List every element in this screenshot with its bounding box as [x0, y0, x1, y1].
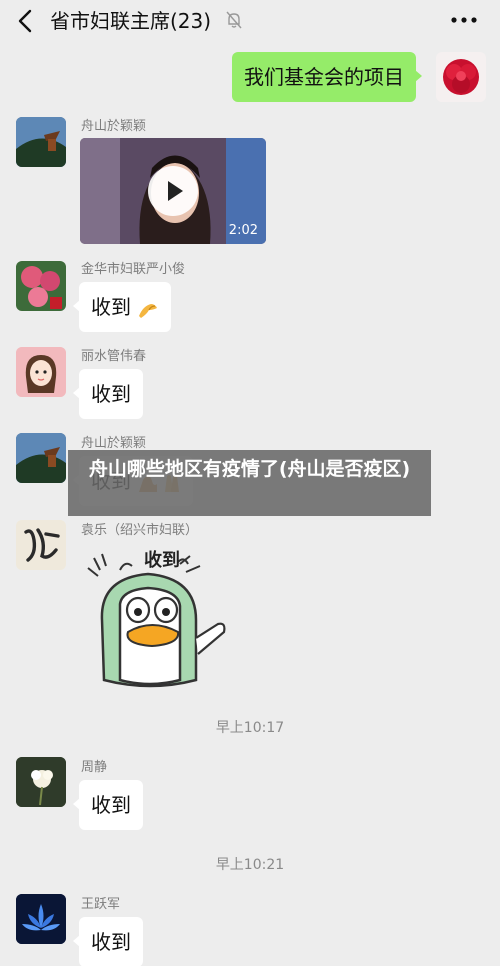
avatar[interactable] — [16, 347, 66, 397]
blue-lotus-icon — [16, 894, 66, 944]
sender-name: 周静 — [81, 760, 108, 775]
avatar[interactable] — [16, 757, 66, 807]
peony-flower-icon — [443, 59, 479, 95]
chat-title: 省市妇联主席(23) — [50, 9, 212, 33]
temple-scene-icon — [16, 433, 66, 483]
avatar[interactable] — [16, 261, 66, 311]
pinch-hand-emoji-icon — [139, 303, 158, 318]
message-bubble[interactable]: 收到 — [73, 780, 143, 830]
sticker-message[interactable]: 收到 — [80, 540, 230, 695]
bell-off-icon — [226, 11, 242, 29]
message-bubble[interactable]: 收到 — [73, 369, 143, 419]
sender-name: 王跃军 — [81, 897, 121, 912]
sender-name: 丽水管伟春 — [81, 349, 147, 364]
timestamp: 早上10:21 — [215, 857, 285, 873]
avatar[interactable] — [16, 520, 66, 570]
sender-name: 袁乐（绍兴市妇联） — [81, 523, 199, 538]
play-icon[interactable] — [148, 166, 198, 216]
sender-name: 舟山於颖颖 — [81, 119, 147, 134]
sender-name: 金华市妇联严小俊 — [81, 262, 186, 277]
cartoon-girl-icon — [16, 347, 66, 397]
avatar[interactable] — [16, 117, 66, 167]
message-text: 收到 — [91, 382, 131, 406]
overlay-title: 舟山哪些地区有疫情了(舟山是否疫区) — [88, 458, 411, 480]
self-avatar[interactable] — [436, 52, 486, 102]
temple-scene-icon — [16, 117, 66, 167]
timestamp: 早上10:17 — [215, 720, 285, 736]
avatar[interactable] — [16, 894, 66, 944]
message-text: 收到 — [91, 793, 131, 817]
pink-flowers-icon — [16, 261, 66, 311]
message-text: 我们基金会的项目 — [244, 65, 404, 89]
self-message-bubble[interactable]: 我们基金会的项目 — [232, 52, 422, 102]
message-text: 收到 — [91, 930, 131, 954]
message-text: 收到 — [91, 295, 131, 319]
video-message[interactable]: 2:02 — [80, 138, 266, 244]
avatar[interactable] — [16, 433, 66, 483]
sticker-text: 收到 — [144, 549, 180, 571]
video-duration: 2:02 — [228, 223, 258, 238]
calligraphy-icon — [16, 520, 66, 570]
message-bubble[interactable]: 收到 — [73, 917, 143, 966]
article-title-overlay: 舟山哪些地区有疫情了(舟山是否疫区) — [68, 450, 431, 516]
message-bubble[interactable]: 收到 — [72, 282, 172, 332]
flower-dark-icon — [16, 757, 66, 807]
more-dots-icon[interactable] — [450, 12, 478, 28]
duck-sticker-icon: 收到 — [87, 549, 226, 688]
chevron-left-icon[interactable] — [14, 8, 38, 34]
chat-header: 省市妇联主席(23) — [0, 0, 500, 44]
